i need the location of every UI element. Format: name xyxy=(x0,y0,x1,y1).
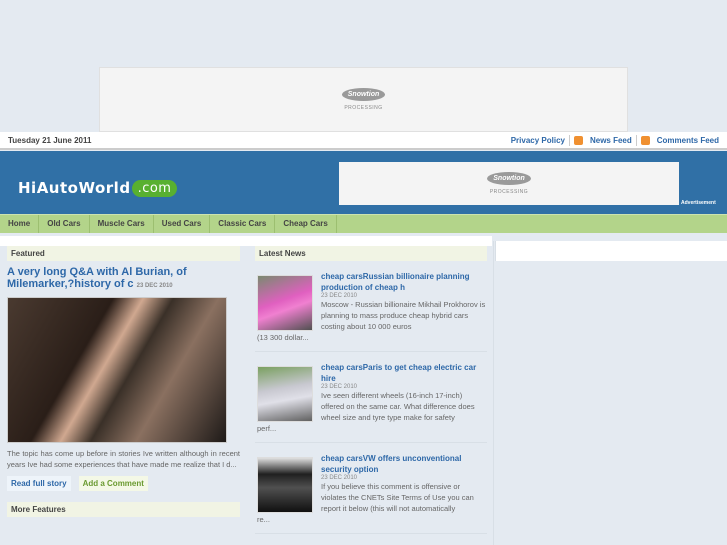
site-tld: .com xyxy=(131,179,178,197)
column-divider xyxy=(493,241,494,545)
news-excerpt-continued: perf... xyxy=(257,424,277,433)
nav-home[interactable]: Home xyxy=(0,215,40,233)
site-logo[interactable]: HiAutoWorld .com xyxy=(18,179,178,197)
privacy-policy-link[interactable]: Privacy Policy xyxy=(511,136,565,145)
news-title-link[interactable]: cheap carsParis to get cheap electric ca… xyxy=(321,362,487,384)
site-header: HiAutoWorld .com Snowtion PROCESSING Adve… xyxy=(0,151,727,214)
latest-news-heading: Latest News xyxy=(255,246,487,261)
comments-feed-link[interactable]: Comments Feed xyxy=(657,136,719,145)
add-comment-button[interactable]: Add a Comment xyxy=(78,476,148,491)
ad-logo-sub: PROCESSING xyxy=(344,105,383,111)
content-top xyxy=(0,236,492,246)
current-date: Tuesday 21 June 2011 xyxy=(8,135,92,145)
advertisement-label: Advertisement xyxy=(681,200,716,206)
news-feed-link[interactable]: News Feed xyxy=(590,136,632,145)
nav-cheap-cars[interactable]: Cheap Cars xyxy=(275,215,337,233)
news-thumbnail[interactable] xyxy=(257,366,313,422)
news-title-link[interactable]: cheap carsRussian billionaire planning p… xyxy=(321,271,487,293)
news-thumbnail[interactable] xyxy=(257,457,313,513)
news-item: cheap carsParis to get cheap electric ca… xyxy=(255,352,487,443)
news-excerpt: Ive seen different wheels (16-inch 17-in… xyxy=(321,391,475,422)
top-advertisement[interactable]: Snowtion PROCESSING xyxy=(99,67,628,132)
divider xyxy=(568,134,570,146)
news-title-link[interactable]: cheap carsVW offers unconventional secur… xyxy=(321,453,487,475)
featured-date: 23 DEC 2010 xyxy=(136,283,173,289)
rss-icon xyxy=(573,135,583,145)
ad-logo: Snowtion xyxy=(341,88,386,101)
nav-classic-cars[interactable]: Classic Cars xyxy=(210,215,276,233)
sidebar-header xyxy=(495,241,727,261)
news-excerpt-continued: (13 300 dollar... xyxy=(257,333,309,342)
header-advertisement[interactable]: Snowtion PROCESSING xyxy=(339,162,679,205)
featured-photo[interactable] xyxy=(7,297,227,443)
site-name: HiAutoWorld xyxy=(18,179,131,197)
news-excerpt: Moscow - Russian billionaire Mikhail Pro… xyxy=(321,300,486,331)
featured-section: Featured A very long Q&A with Al Burian,… xyxy=(7,246,240,517)
news-item: cheap carsVW offers unconventional secur… xyxy=(255,443,487,534)
latest-news-section: Latest News cheap carsRussian billionair… xyxy=(255,246,487,534)
divider xyxy=(635,134,637,146)
main-nav: Home Old Cars Muscle Cars Used Cars Clas… xyxy=(0,214,727,233)
featured-heading: Featured xyxy=(7,246,240,261)
featured-excerpt: The topic has come up before in stories … xyxy=(7,449,240,469)
nav-muscle-cars[interactable]: Muscle Cars xyxy=(90,215,154,233)
ad-logo: Snowtion xyxy=(487,172,531,185)
nav-old-cars[interactable]: Old Cars xyxy=(39,215,90,233)
news-item: cheap carsRussian billionaire planning p… xyxy=(255,261,487,352)
more-features-heading: More Features xyxy=(7,502,240,517)
nav-used-cars[interactable]: Used Cars xyxy=(154,215,211,233)
news-thumbnail[interactable] xyxy=(257,275,313,331)
news-excerpt-continued: re... xyxy=(257,515,270,524)
news-excerpt: If you believe this comment is offensive… xyxy=(321,482,474,513)
rss-icon xyxy=(640,135,650,145)
top-bar: Tuesday 21 June 2011 Privacy Policy News… xyxy=(0,132,727,150)
read-full-story-button[interactable]: Read full story xyxy=(7,476,71,491)
ad-logo-sub: PROCESSING xyxy=(489,189,529,195)
